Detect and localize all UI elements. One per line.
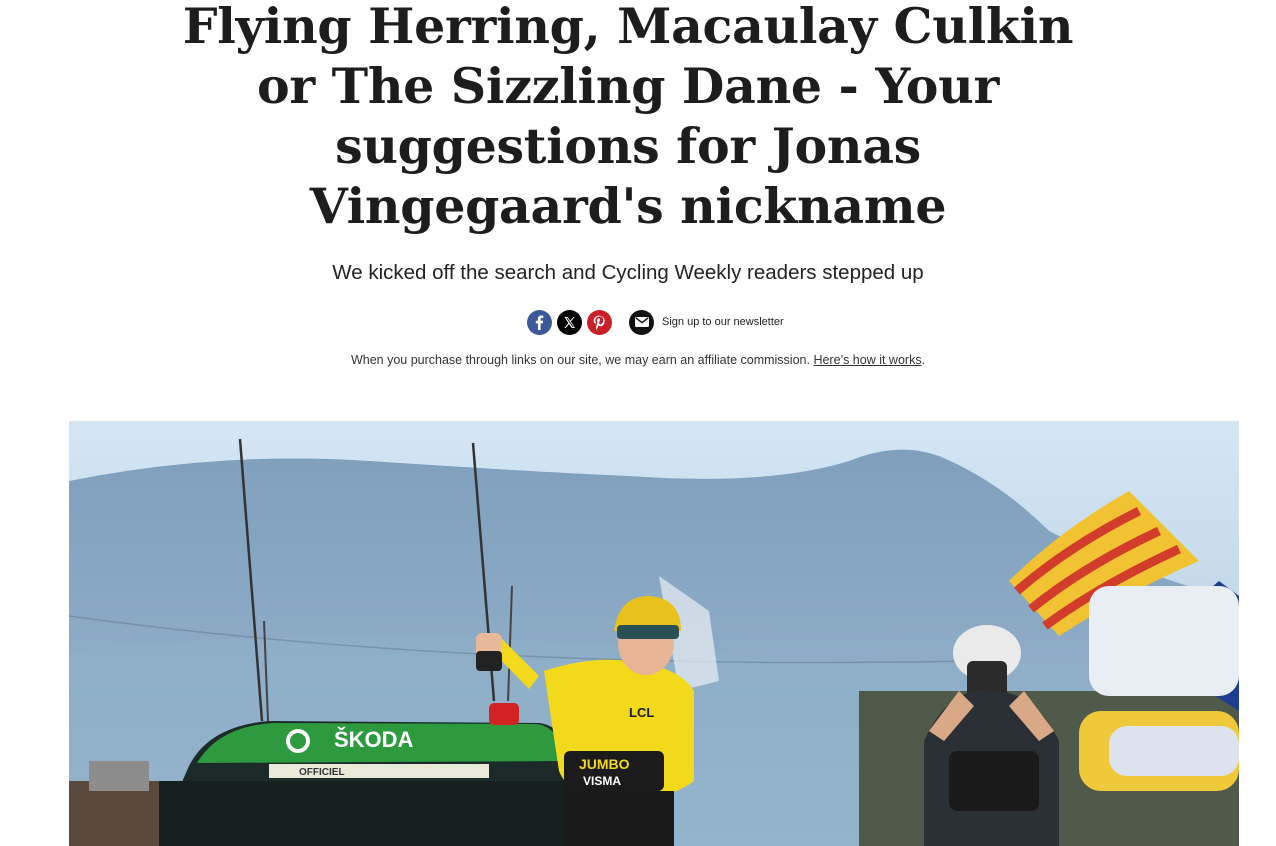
envelope-icon — [629, 309, 654, 335]
pinterest-share-button[interactable] — [587, 309, 612, 335]
hero-image: ŠKODA OFFICIEL JUMBO VISMA LCL — [69, 421, 1239, 846]
x-icon — [564, 316, 575, 328]
affiliate-trailing: . — [921, 353, 926, 367]
article-headline: Flying Herring, Macaulay Culkin or The S… — [182, 0, 1074, 235]
facebook-icon — [535, 315, 544, 330]
x-share-button[interactable] — [557, 309, 582, 335]
newsletter-label: Sign up to our newsletter — [662, 316, 784, 328]
affiliate-disclosure: When you purchase through links on our s… — [160, 353, 1116, 367]
facebook-share-button[interactable] — [527, 309, 552, 335]
jersey-sponsor-jumbo: JUMBO — [579, 756, 630, 772]
jersey-sponsor-visma: VISMA — [583, 774, 621, 788]
car-plate-text: OFFICIEL — [299, 767, 345, 778]
article-subheadline: We kicked off the search and Cycling Wee… — [332, 261, 924, 284]
car-brand-text: ŠKODA — [334, 727, 414, 752]
affiliate-text: When you purchase through links on our s… — [350, 353, 814, 367]
share-bar: Sign up to our newsletter — [527, 309, 784, 335]
pinterest-icon — [593, 315, 605, 330]
how-it-works-link[interactable]: Here’s how it works — [813, 353, 921, 367]
jersey-sponsor-lcl: LCL — [629, 705, 654, 720]
newsletter-signup-link[interactable]: Sign up to our newsletter — [629, 309, 784, 335]
